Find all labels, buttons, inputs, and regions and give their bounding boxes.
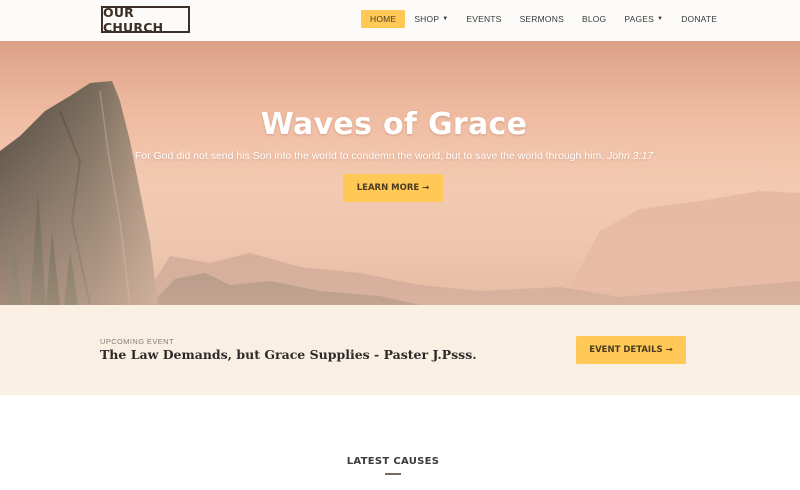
event-title: The Law Demands, but Grace Supplies - Pa… [100,347,477,362]
event-details-button[interactable]: EVENT DETAILS → [576,336,686,364]
nav-item-donate[interactable]: DONATE [672,10,726,28]
nav-item-home[interactable]: HOME [361,10,406,28]
nav-item-blog[interactable]: BLOG [573,10,615,28]
nav-item-pages[interactable]: PAGES ▼ [615,10,672,28]
caret-down-icon: ▼ [442,16,449,22]
main-nav: HOME SHOP ▼ EVENTS SERMONS BLOG PAGES ▼ … [361,10,726,28]
latest-causes-heading: LATEST CAUSES [346,456,440,467]
nav-label: BLOG [581,14,607,24]
nav-item-sermons[interactable]: SERMONS [511,10,573,28]
nav-label: HOME [370,14,397,24]
verse-text: For God did not send his Son into the wo… [134,150,605,162]
site-logo[interactable]: OUR CHURCH [101,5,190,35]
learn-more-button[interactable]: LEARN MORE → [343,174,443,202]
nav-label: SERMONS [519,14,564,24]
nav-label: DONATE [681,14,718,24]
event-kicker: UPCOMING EVENT [100,337,174,346]
upcoming-event-strip: UPCOMING EVENT The Law Demands, but Grac… [0,305,800,395]
nav-label: EVENTS [466,14,502,24]
hero-title: Waves of Grace [260,107,528,142]
nav-label: PAGES [624,14,655,24]
top-navbar: OUR CHURCH HOME SHOP ▼ EVENTS SERMONS BL… [0,0,800,41]
nav-label: SHOP [414,14,440,24]
heading-underline [385,473,401,475]
caret-down-icon: ▼ [657,16,664,22]
nav-item-events[interactable]: EVENTS [457,10,510,28]
hero-background-image [0,41,800,305]
verse-reference: John 3:17 [607,150,654,162]
nav-item-shop[interactable]: SHOP ▼ [405,10,457,28]
hero-banner: Waves of Grace For God did not send his … [0,41,800,305]
hero-verse: For God did not send his Son into the wo… [0,150,788,162]
